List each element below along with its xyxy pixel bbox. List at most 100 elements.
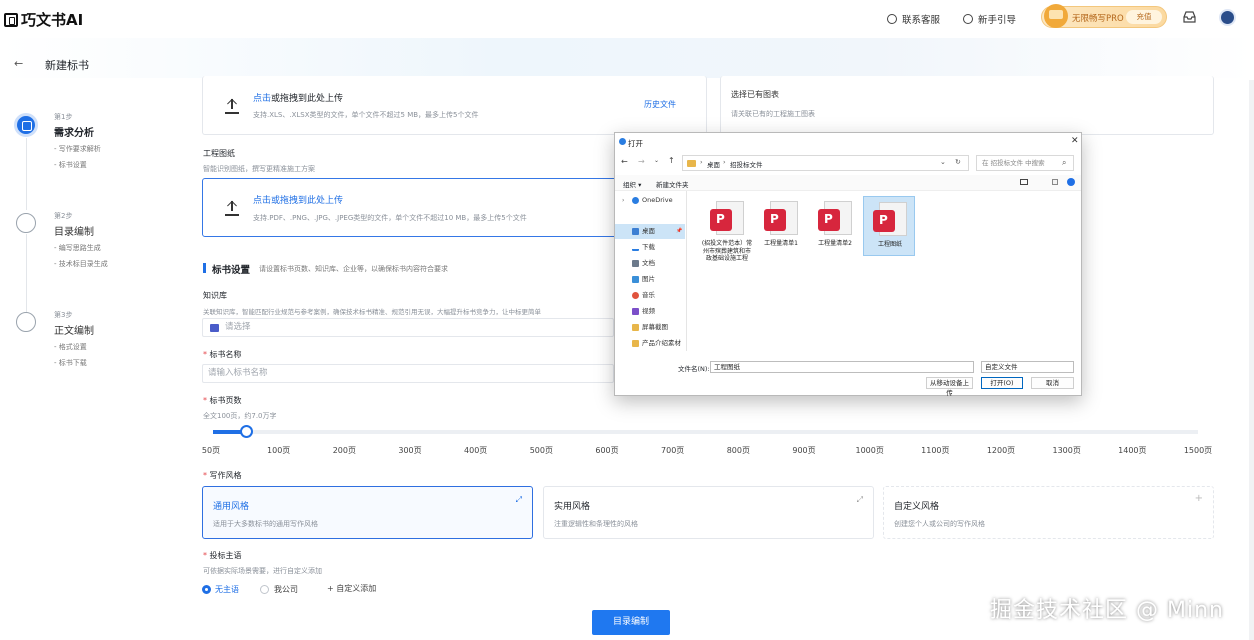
custom-add-button[interactable]: + 自定义添加	[327, 583, 376, 594]
step-1-title[interactable]: 需求分析	[54, 124, 94, 139]
existing-chart-card[interactable]: 选择已有图表 请关联已有的工程施工图表	[720, 76, 1214, 135]
step-connector	[26, 234, 27, 314]
promo-text: 无限畅写PRO	[1072, 14, 1124, 24]
excel-upload-area[interactable]: 点击或拖拽到此处上传 支持.XLS、.XLSX类型的文件，单个文件不超过5 MB…	[202, 76, 707, 135]
tree-item-downloads[interactable]: 下载	[615, 240, 685, 255]
tree-item-onedrive[interactable]: › OneDrive	[615, 193, 685, 208]
open-button[interactable]: 打开(O)	[981, 377, 1023, 389]
address-dropdown-icon[interactable]: ⌄	[940, 158, 946, 166]
filename-input[interactable]: 工程图纸	[710, 361, 974, 373]
help-icon[interactable]	[1067, 178, 1075, 186]
style-option-desc: 适用于大多数标书的通用写作风格	[213, 520, 318, 528]
style-option-custom[interactable]: 自定义风格 创建您个人或公司的写作风格 +	[883, 486, 1214, 539]
cancel-button[interactable]: 取消	[1031, 377, 1074, 389]
step-3-title[interactable]: 正文编制	[54, 322, 94, 337]
tree-item-pictures[interactable]: 图片	[615, 272, 685, 287]
file-item-selected[interactable]: 工程图纸	[863, 196, 915, 256]
style-option-general[interactable]: 通用风格 适用于大多数标书的通用写作风格 ⤢	[202, 486, 533, 539]
pages-slider-track[interactable]	[213, 430, 1198, 434]
step-2-list-icon[interactable]	[16, 213, 36, 233]
plus-icon: +	[1194, 493, 1203, 504]
kb-select[interactable]: 请选择	[202, 318, 614, 337]
preview-pane-icon[interactable]	[1052, 179, 1058, 185]
step-3-number: 第3步	[54, 311, 73, 319]
pages-label: 标书页数	[203, 395, 242, 406]
step-2-sub-2: - 技术标目录生成	[54, 260, 108, 268]
tree-item-product-assets[interactable]: 产品介绍素材	[615, 336, 685, 351]
pro-promo-banner[interactable]: 无限畅写PRO 充值	[1041, 4, 1167, 28]
pages-tick-label: 500页	[529, 446, 553, 455]
beginner-guide-link[interactable]: 新手引导	[963, 12, 1016, 26]
new-folder-button[interactable]: 新建文件夹	[656, 179, 689, 189]
custom-add-label: 自定义添加	[336, 584, 377, 593]
upload-click-link[interactable]: 点击	[253, 94, 271, 104]
file-item[interactable]: (招投文件范本）常州市殡葬建筑和市政基础设施工程	[701, 196, 753, 262]
pages-slider-thumb[interactable]	[239, 425, 253, 438]
pages-tick-label: 200页	[332, 446, 356, 455]
nav-forward-icon[interactable]: →	[638, 157, 645, 166]
existing-chart-hint: 请关联已有的工程施工图表	[731, 110, 815, 118]
inbox-icon[interactable]	[1183, 11, 1196, 23]
contact-support-link[interactable]: 联系客服	[887, 12, 940, 26]
breadcrumb-sep-icon: ›	[723, 158, 726, 166]
dialog-toolbar: 组织 ▾ 新建文件夹	[615, 175, 1081, 191]
subject-radio-company[interactable]	[260, 585, 269, 594]
name-input[interactable]: 请输入标书名称	[202, 364, 614, 383]
filetype-select[interactable]: 自定义文件	[981, 361, 1074, 373]
breadcrumb-folder[interactable]: 招投标文件	[730, 159, 763, 169]
upload-icon	[225, 98, 239, 112]
drawings-upload-link[interactable]: 点击或拖拽到此处上传	[253, 193, 343, 206]
tree-item-music[interactable]: 音乐	[615, 288, 685, 303]
subject-option-company[interactable]: 我公司	[274, 584, 298, 595]
edge-icon	[619, 138, 626, 145]
upload-drag-text: 或拖拽到此处上传	[271, 94, 344, 104]
tree-item-desktop[interactable]: 桌面 📌	[615, 224, 685, 239]
refresh-icon[interactable]: ↻	[955, 158, 961, 166]
nav-back-icon[interactable]: ←	[621, 157, 628, 166]
upload-from-mobile-button[interactable]: 从移动设备上传	[926, 377, 973, 397]
compass-icon	[963, 14, 973, 24]
breadcrumb-desktop[interactable]: 桌面	[707, 159, 720, 169]
history-files-link[interactable]: 历史文件	[644, 99, 676, 110]
search-input[interactable]: 在 招投标文件 中搜索	[976, 155, 1074, 171]
logo[interactable]: 巧文书AI	[4, 9, 83, 30]
expand-icon: ⤢	[856, 495, 863, 504]
pin-icon: 📌	[676, 228, 683, 234]
style-option-title: 实用风格	[554, 502, 591, 512]
section-marker	[203, 263, 206, 273]
step-1-doc-icon[interactable]	[14, 113, 38, 137]
step-3-pen-icon[interactable]	[16, 312, 36, 332]
settings-hint: 请设置标书页数、知识库、企业等，以确保标书内容符合要求	[259, 265, 448, 273]
back-arrow-icon[interactable]: ←	[14, 57, 23, 70]
file-item[interactable]: 工程量清单2	[809, 196, 861, 256]
tree-item-screenshots[interactable]: 屏幕截图	[615, 320, 685, 335]
scrollbar[interactable]	[1249, 80, 1254, 640]
pptx-badge	[710, 209, 732, 231]
organize-menu[interactable]: 组织 ▾	[623, 179, 641, 189]
subject-option-none[interactable]: 无主语	[215, 584, 239, 595]
step-3-sub-2: - 标书下载	[54, 359, 87, 367]
file-item[interactable]: 工程量清单1	[755, 196, 807, 256]
music-icon	[632, 292, 639, 299]
subject-radio-none[interactable]	[202, 585, 211, 594]
recent-dropdown-icon[interactable]: ⌄	[654, 157, 659, 164]
step-1-sub-2: - 标书设置	[54, 161, 87, 169]
drawings-upload-area[interactable]: 点击或拖拽到此处上传 支持.PDF、.PNG、.JPG、.JPEG类型的文件，单…	[202, 178, 622, 237]
pptx-badge	[873, 210, 895, 232]
step-2-title[interactable]: 目录编制	[54, 223, 94, 238]
app-root: 巧文书AI 联系客服 新手引导 无限畅写PRO 充值 ← 新建标书 第1步 需求…	[0, 0, 1254, 640]
close-icon[interactable]: ✕	[1071, 136, 1079, 146]
file-name: (招投文件范本）常州市殡葬建筑和市政基础设施工程	[701, 240, 753, 262]
pages-tick-label: 1200页	[986, 446, 1016, 455]
directory-compile-button[interactable]: 目录编制	[592, 610, 670, 635]
style-option-practical[interactable]: 实用风格 注重逻辑性和条理性的风格 ⤢	[543, 486, 874, 539]
nav-up-icon[interactable]: ↑	[668, 156, 675, 165]
dialog-title: 打开	[628, 139, 643, 148]
address-bar[interactable]: › 桌面 › 招投标文件 ⌄ ↻	[682, 155, 969, 171]
tree-item-documents[interactable]: 文档	[615, 256, 685, 271]
tree-label: OneDrive	[642, 196, 673, 204]
user-avatar[interactable]	[1219, 9, 1236, 26]
tree-item-videos[interactable]: 视频	[615, 304, 685, 319]
view-icon[interactable]	[1020, 179, 1028, 185]
recharge-button[interactable]: 充值	[1126, 10, 1162, 24]
